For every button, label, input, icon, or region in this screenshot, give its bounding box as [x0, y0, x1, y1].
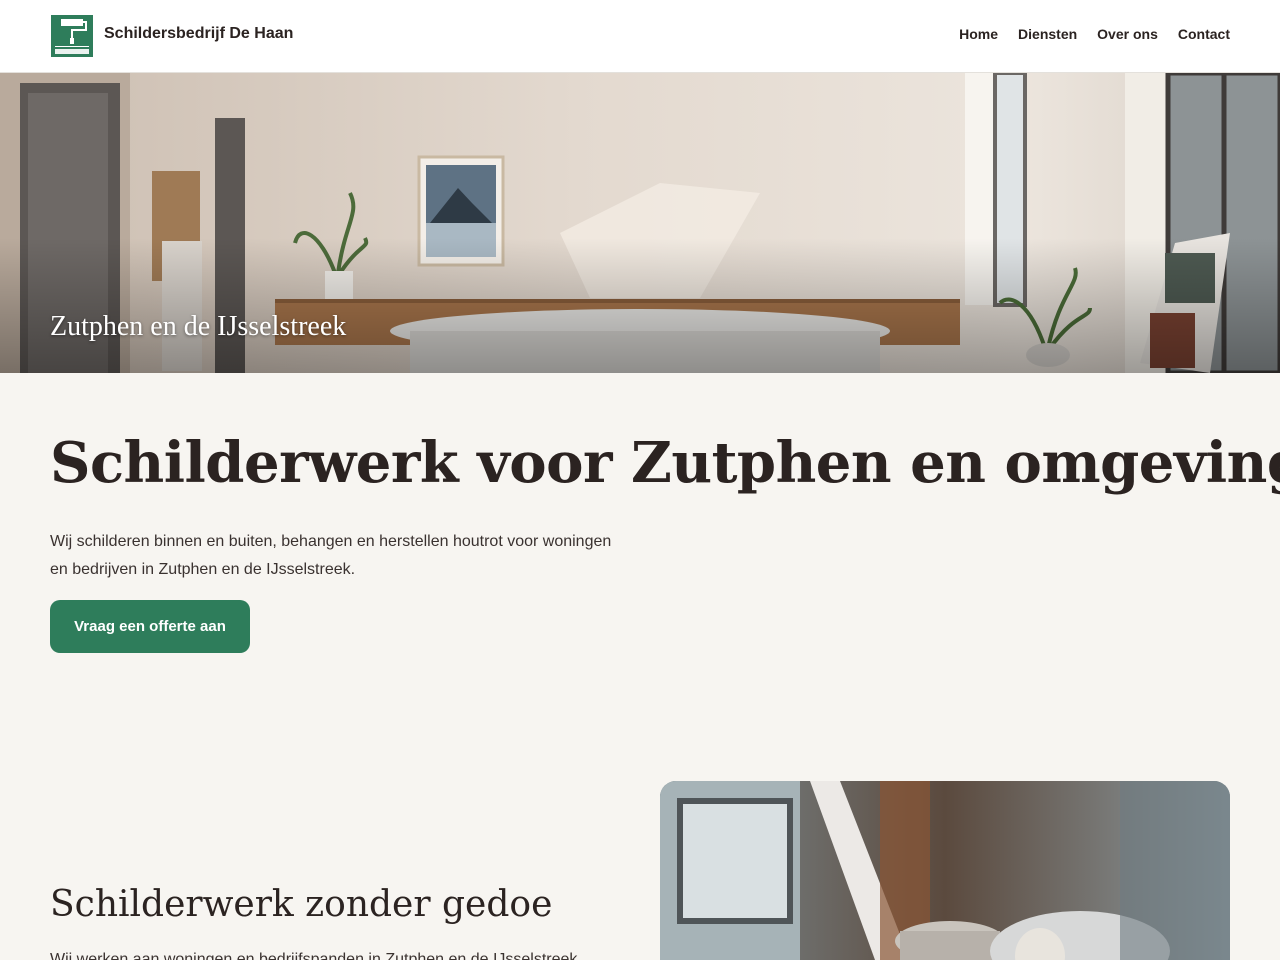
hero-banner: Zutphen en de IJsselstreek — [0, 73, 1280, 373]
nav-over-ons[interactable]: Over ons — [1097, 26, 1158, 42]
nav-home[interactable]: Home — [959, 26, 998, 42]
section-text: Wij werken aan woningen en bedrijfspande… — [50, 951, 582, 960]
page-title: Schilderwerk voor Zutphen en omgeving — [50, 430, 1280, 496]
nav-contact[interactable]: Contact — [1178, 26, 1230, 42]
main-nav: Home Diensten Over ons Contact — [959, 26, 1230, 42]
section-heading: Schilderwerk zonder gedoe — [50, 884, 553, 925]
nav-diensten[interactable]: Diensten — [1018, 26, 1077, 42]
request-quote-button[interactable]: Vraag een offerte aan — [50, 600, 250, 653]
painting-tools-photo — [660, 781, 1230, 960]
painting-tools-image — [660, 781, 1230, 960]
hero-caption: Zutphen en de IJsselstreek — [50, 311, 347, 342]
company-logo[interactable] — [51, 15, 93, 57]
paint-roller-icon — [55, 19, 89, 54]
intro-text: Wij schilderen binnen en buiten, behange… — [50, 533, 612, 578]
brand-name[interactable]: Schildersbedrijf De Haan — [104, 25, 293, 43]
site-header: Schildersbedrijf De Haan Home Diensten O… — [0, 0, 1280, 73]
